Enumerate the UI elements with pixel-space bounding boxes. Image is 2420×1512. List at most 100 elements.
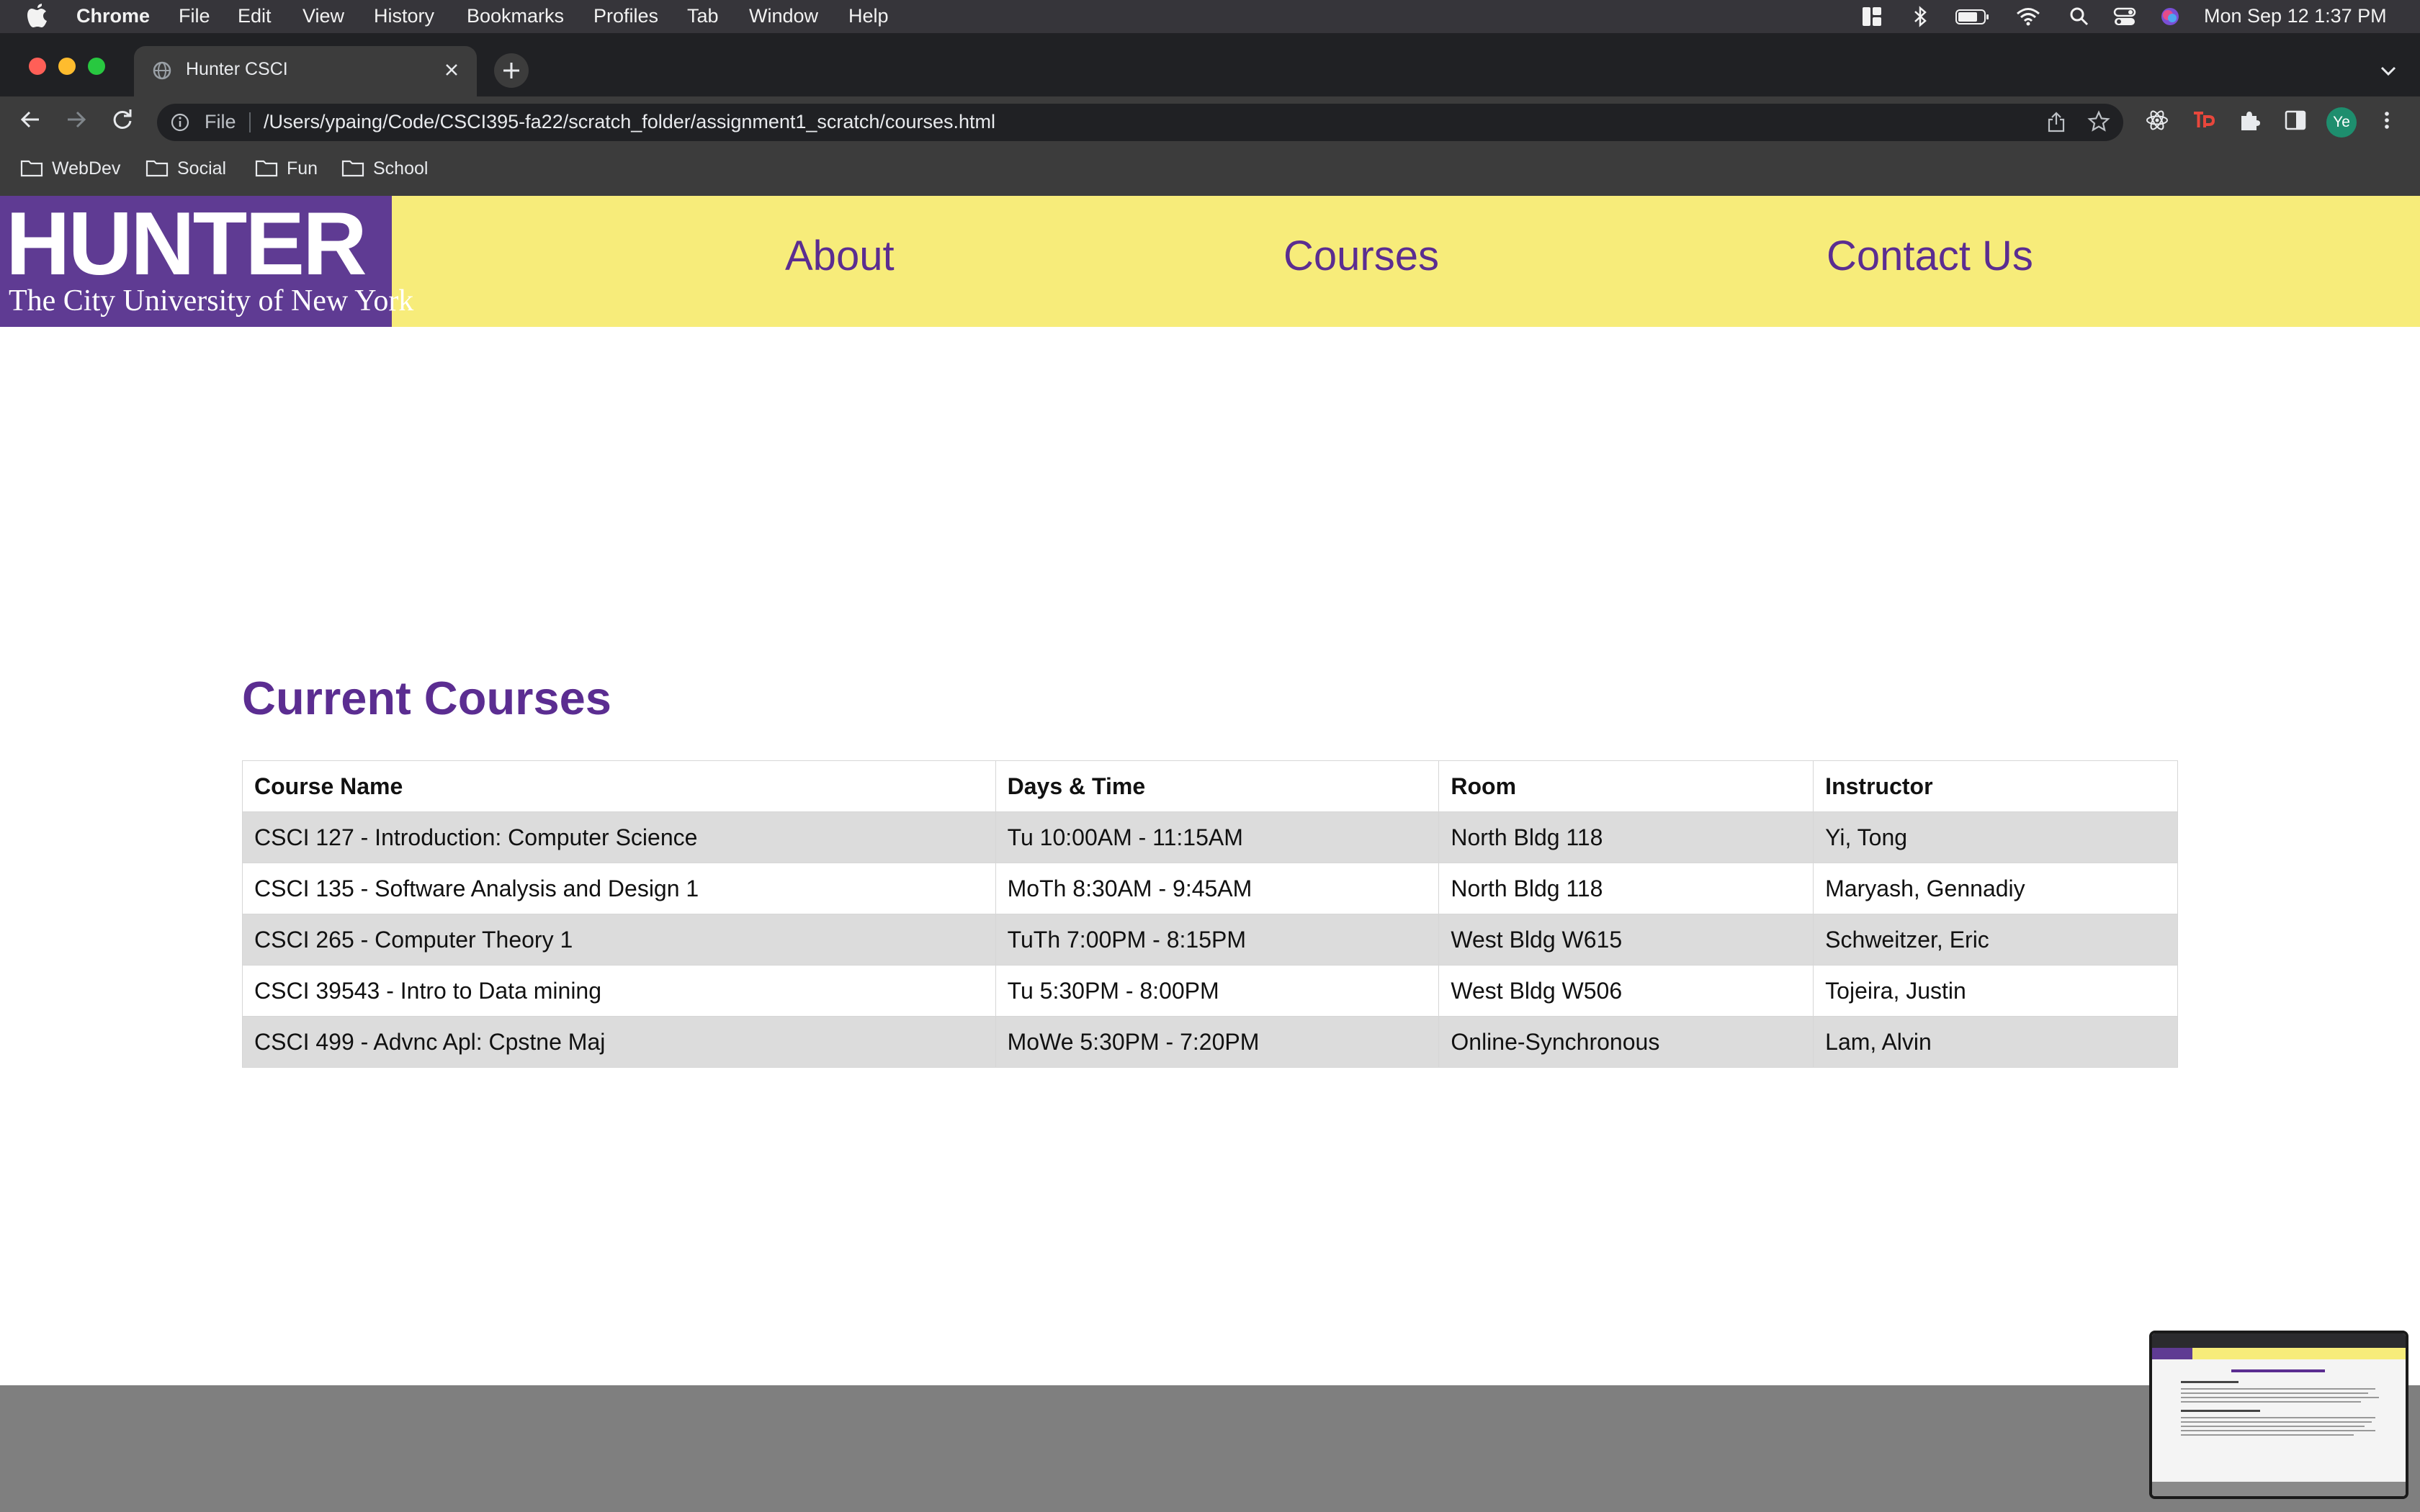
close-tab-icon[interactable] [441, 59, 462, 81]
tab-search-chevron-icon[interactable] [2378, 62, 2398, 79]
column-header-room: Room [1438, 760, 1814, 812]
cell-room: North Bldg 118 [1438, 811, 1814, 863]
extension-tp-icon[interactable] [2191, 108, 2215, 132]
menubar-clock[interactable]: Mon Sep 12 1:37 PM [2204, 5, 2387, 27]
browser-tab-active[interactable]: Hunter CSCI [134, 46, 477, 96]
cell-instructor: Lam, Alvin [1813, 1016, 2178, 1068]
bookmark-label: Fun [287, 158, 318, 179]
omnibox-divider [249, 112, 251, 132]
column-header-course-name: Course Name [242, 760, 996, 812]
bookmark-folder-fun[interactable]: Fun [255, 158, 318, 179]
menu-app-name[interactable]: Chrome [76, 5, 150, 27]
cell-course-name: CSCI 135 - Software Analysis and Design … [242, 863, 996, 914]
reload-icon[interactable] [109, 107, 135, 132]
forward-arrow-icon[interactable] [63, 107, 89, 132]
table-row: CSCI 265 - Computer Theory 1 TuTh 7:00PM… [242, 914, 2178, 966]
bookmarks-bar: WebDev Social Fun School [0, 148, 2420, 196]
dock-area [0, 1385, 2420, 1512]
apple-icon[interactable] [27, 4, 48, 28]
globe-icon [153, 61, 171, 80]
nav-contact-link[interactable]: Contact Us [1827, 232, 2033, 280]
cell-days-time: Tu 5:30PM - 8:00PM [995, 965, 1440, 1017]
site-header: HUNTER The City University of New York A… [0, 196, 2420, 327]
page-title: Current Courses [242, 672, 611, 724]
cell-course-name: CSCI 39543 - Intro to Data mining [242, 965, 996, 1017]
cell-days-time: Tu 10:00AM - 11:15AM [995, 811, 1440, 863]
table-row: CSCI 135 - Software Analysis and Design … [242, 863, 2178, 914]
bluetooth-icon[interactable] [1912, 6, 1929, 27]
column-header-days-time: Days & Time [995, 760, 1440, 812]
folder-icon [20, 161, 43, 177]
bookmark-label: Social [177, 158, 227, 179]
close-window-icon[interactable] [29, 58, 46, 75]
logo-subtitle: The City University of New York [9, 284, 414, 318]
cell-instructor: Yi, Tong [1813, 811, 2178, 863]
nav-courses-link[interactable]: Courses [1283, 232, 1439, 280]
courses-table: Course Name Days & Time Room Instructor … [242, 760, 2178, 1068]
side-panel-icon[interactable] [2283, 108, 2308, 132]
tab-title: Hunter CSCI [186, 59, 288, 79]
nav-about-link[interactable]: About [785, 232, 895, 280]
menu-help[interactable]: Help [848, 5, 889, 27]
bookmark-star-icon[interactable] [2087, 110, 2110, 133]
minimize-window-icon[interactable] [58, 58, 76, 75]
table-row: CSCI 127 - Introduction: Computer Scienc… [242, 811, 2178, 863]
cell-days-time: MoTh 8:30AM - 9:45AM [995, 863, 1440, 914]
new-tab-button[interactable] [494, 53, 529, 88]
zoom-window-icon[interactable] [88, 58, 105, 75]
menu-profiles[interactable]: Profiles [593, 5, 658, 27]
column-header-instructor: Instructor [1813, 760, 2178, 812]
react-devtools-icon[interactable] [2145, 108, 2169, 132]
cell-course-name: CSCI 127 - Introduction: Computer Scienc… [242, 811, 996, 863]
folder-icon [341, 161, 364, 177]
bookmark-folder-school[interactable]: School [341, 158, 428, 179]
info-icon[interactable] [170, 112, 190, 132]
address-bar[interactable]: File /Users/ypaing/Code/CSCI395-fa22/scr… [157, 104, 2123, 141]
web-page: HUNTER The City University of New York A… [0, 196, 2420, 1385]
battery-icon[interactable] [1955, 6, 1991, 27]
spotlight-search-icon[interactable] [2069, 6, 2090, 27]
bookmark-folder-webdev[interactable]: WebDev [20, 158, 120, 179]
share-icon[interactable] [2045, 111, 2067, 134]
widgets-icon[interactable] [1861, 6, 1883, 27]
bookmark-folder-social[interactable]: Social [145, 158, 226, 179]
cell-course-name: CSCI 265 - Computer Theory 1 [242, 914, 996, 966]
menu-edit[interactable]: Edit [238, 5, 272, 27]
back-arrow-icon[interactable] [17, 107, 43, 132]
table-row: CSCI 499 - Advnc Apl: Cpstne Maj MoWe 5:… [242, 1016, 2178, 1068]
extensions-puzzle-icon[interactable] [2237, 108, 2262, 132]
thumbnail-page-preview [2152, 1333, 2406, 1496]
folder-icon [255, 161, 278, 177]
table-row: CSCI 39543 - Intro to Data mining Tu 5:3… [242, 965, 2178, 1017]
profile-avatar[interactable]: Ye [2326, 107, 2357, 138]
cell-room: Online-Synchronous [1438, 1016, 1814, 1068]
url-text[interactable]: /Users/ypaing/Code/CSCI395-fa22/scratch_… [264, 111, 995, 133]
url-scheme-label: File [205, 111, 236, 132]
cell-room: West Bldg W506 [1438, 965, 1814, 1017]
cell-instructor: Tojeira, Justin [1813, 965, 2178, 1017]
table-header-row: Course Name Days & Time Room Instructor [242, 760, 2178, 812]
screenshot-thumbnail-preview[interactable] [2149, 1331, 2408, 1499]
menu-window[interactable]: Window [749, 5, 818, 27]
hunter-logo[interactable]: HUNTER The City University of New York [0, 194, 413, 327]
wifi-icon[interactable] [2015, 6, 2041, 27]
control-center-icon[interactable] [2113, 6, 2136, 27]
menu-bookmarks[interactable]: Bookmarks [467, 5, 564, 27]
menu-view[interactable]: View [302, 5, 344, 27]
cell-days-time: MoWe 5:30PM - 7:20PM [995, 1016, 1440, 1068]
cell-course-name: CSCI 499 - Advnc Apl: Cpstne Maj [242, 1016, 996, 1068]
folder-icon [145, 161, 169, 177]
menu-tab[interactable]: Tab [687, 5, 719, 27]
cell-days-time: TuTh 7:00PM - 8:15PM [995, 914, 1440, 966]
menu-file[interactable]: File [179, 5, 210, 27]
cell-instructor: Schweitzer, Eric [1813, 914, 2178, 966]
bookmark-label: WebDev [52, 158, 121, 179]
more-menu-icon[interactable] [2378, 108, 2396, 132]
logo-wordmark: HUNTER [6, 194, 367, 294]
cell-room: West Bldg W615 [1438, 914, 1814, 966]
cell-room: North Bldg 118 [1438, 863, 1814, 914]
bookmark-label: School [373, 158, 429, 179]
plus-icon [503, 63, 519, 78]
siri-icon[interactable] [2159, 6, 2181, 27]
menu-history[interactable]: History [374, 5, 434, 27]
